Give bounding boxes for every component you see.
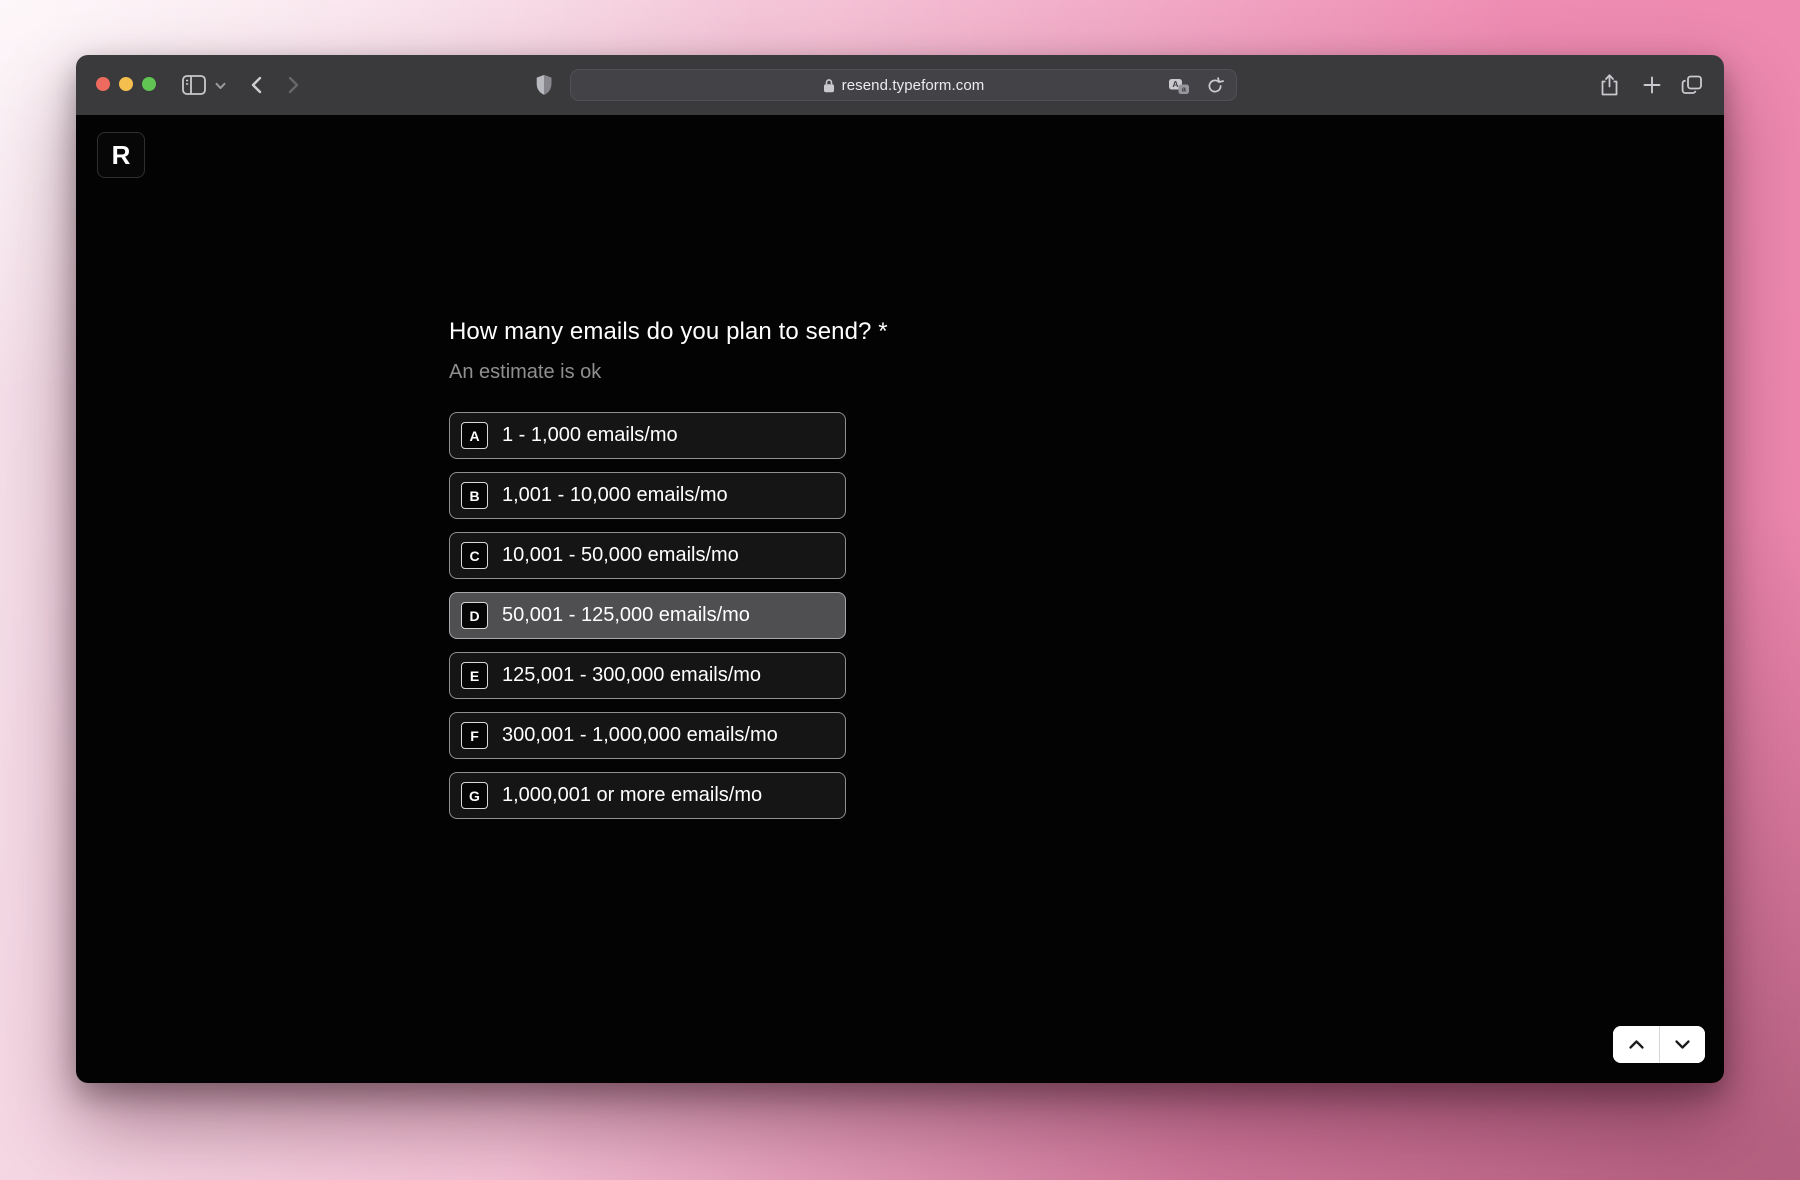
back-icon[interactable] bbox=[250, 76, 262, 94]
answer-options-list: A 1 - 1,000 emails/mo B 1,001 - 10,000 e… bbox=[449, 412, 846, 832]
address-bar[interactable]: resend.typeform.com A a bbox=[570, 69, 1237, 101]
traffic-light-zoom-button[interactable] bbox=[142, 77, 156, 91]
option-key-badge: G bbox=[461, 782, 488, 809]
option-label: 50,001 - 125,000 emails/mo bbox=[502, 604, 750, 627]
lock-icon bbox=[823, 78, 835, 93]
url-text: resend.typeform.com bbox=[842, 77, 985, 94]
option-f-button[interactable]: F 300,001 - 1,000,000 emails/mo bbox=[449, 712, 846, 759]
option-e-button[interactable]: E 125,001 - 300,000 emails/mo bbox=[449, 652, 846, 699]
previous-question-button[interactable] bbox=[1613, 1026, 1659, 1063]
reload-icon[interactable] bbox=[1206, 77, 1224, 95]
option-label: 1 - 1,000 emails/mo bbox=[502, 424, 678, 447]
sidebar-toggle-icon[interactable] bbox=[182, 75, 206, 95]
option-d-button[interactable]: D 50,001 - 125,000 emails/mo bbox=[449, 592, 846, 639]
question-nav-buttons bbox=[1613, 1026, 1705, 1063]
option-key-badge: A bbox=[461, 422, 488, 449]
typeform-survey-page: R How many emails do you plan to send? *… bbox=[76, 115, 1724, 1083]
option-c-button[interactable]: C 10,001 - 50,000 emails/mo bbox=[449, 532, 846, 579]
option-label: 1,001 - 10,000 emails/mo bbox=[502, 484, 728, 507]
option-key-badge: C bbox=[461, 542, 488, 569]
browser-toolbar: resend.typeform.com A a bbox=[76, 55, 1724, 115]
resend-logo: R bbox=[97, 132, 145, 178]
chevron-down-icon bbox=[1674, 1039, 1691, 1050]
traffic-light-close-button[interactable] bbox=[96, 77, 110, 91]
translate-icon[interactable]: A a bbox=[1168, 78, 1190, 95]
option-a-button[interactable]: A 1 - 1,000 emails/mo bbox=[449, 412, 846, 459]
next-question-button[interactable] bbox=[1659, 1026, 1705, 1063]
option-label: 1,000,001 or more emails/mo bbox=[502, 784, 762, 807]
privacy-shield-icon[interactable] bbox=[535, 74, 553, 96]
option-key-badge: D bbox=[461, 602, 488, 629]
option-g-button[interactable]: G 1,000,001 or more emails/mo bbox=[449, 772, 846, 819]
chevron-up-icon bbox=[1628, 1039, 1645, 1050]
logo-letter: R bbox=[112, 140, 131, 171]
share-icon[interactable] bbox=[1600, 73, 1619, 97]
option-key-badge: B bbox=[461, 482, 488, 509]
tab-overview-icon[interactable] bbox=[1681, 75, 1703, 95]
forward-icon[interactable] bbox=[288, 76, 300, 94]
question-subtitle: An estimate is ok bbox=[449, 361, 601, 384]
svg-text:A: A bbox=[1172, 79, 1178, 89]
traffic-light-minimize-button[interactable] bbox=[119, 77, 133, 91]
option-label: 10,001 - 50,000 emails/mo bbox=[502, 544, 739, 567]
option-b-button[interactable]: B 1,001 - 10,000 emails/mo bbox=[449, 472, 846, 519]
option-label: 125,001 - 300,000 emails/mo bbox=[502, 664, 761, 687]
option-key-badge: E bbox=[461, 662, 488, 689]
required-asterisk: * bbox=[878, 318, 887, 345]
option-label: 300,001 - 1,000,000 emails/mo bbox=[502, 724, 778, 747]
new-tab-plus-icon[interactable] bbox=[1643, 76, 1661, 94]
sidebar-chevron-down-icon[interactable] bbox=[215, 82, 226, 90]
option-key-badge: F bbox=[461, 722, 488, 749]
question-title: How many emails do you plan to send? * bbox=[449, 318, 888, 346]
browser-window: resend.typeform.com A a bbox=[76, 55, 1724, 1083]
